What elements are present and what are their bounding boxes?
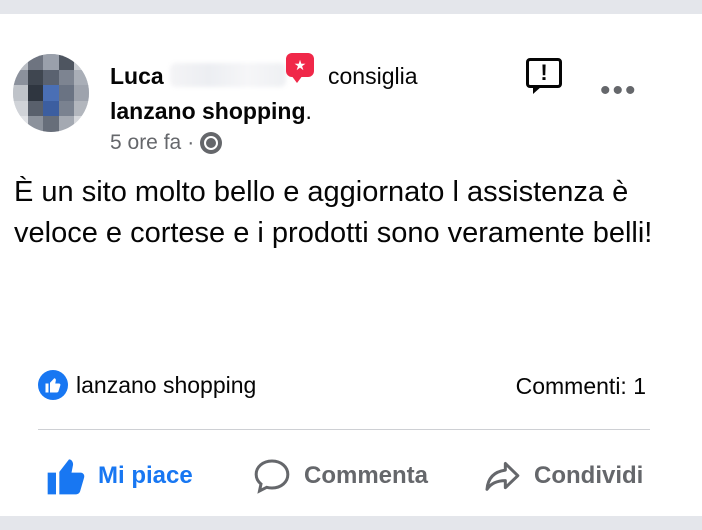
comment-bubble-icon	[254, 459, 290, 494]
like-button[interactable]: Mi piace	[46, 454, 193, 498]
report-icon[interactable]: !	[526, 58, 562, 94]
share-label: Condividi	[534, 462, 644, 489]
like-reaction-icon	[38, 370, 68, 400]
recommend-verb: consiglia	[328, 63, 418, 89]
timestamp[interactable]: 5 ore fa	[110, 131, 181, 155]
reaction-name: lanzano shopping	[76, 371, 257, 398]
share-arrow-icon	[485, 462, 520, 491]
comments-count[interactable]: Commenti: 1	[516, 373, 646, 400]
comment-button[interactable]: Commenta	[252, 454, 428, 498]
reaction-summary[interactable]: lanzano shopping	[38, 370, 256, 400]
divider	[38, 429, 650, 430]
like-label: Mi piace	[98, 462, 193, 489]
page-name[interactable]: lanzano shopping	[110, 98, 306, 124]
thumbs-up-icon	[47, 459, 85, 495]
author-name[interactable]: Luca	[110, 63, 164, 90]
post-card: Luca ★ consiglia lanzano shopping. 5 ore…	[0, 14, 702, 516]
star-badge-icon: ★	[286, 53, 314, 83]
post-meta: 5 ore fa ·	[110, 131, 223, 155]
page-suffix: .	[305, 98, 312, 124]
meta-separator: ·	[187, 131, 195, 154]
share-button[interactable]: Condividi	[482, 454, 643, 498]
more-options-icon[interactable]: •••	[600, 76, 638, 106]
redacted-surname	[170, 63, 286, 87]
page-link[interactable]: lanzano shopping.	[110, 98, 312, 125]
post-text: È un sito molto bello e aggiornato l ass…	[14, 176, 653, 249]
comment-label: Commenta	[304, 462, 429, 489]
avatar[interactable]	[13, 54, 89, 132]
globe-icon	[200, 132, 223, 154]
